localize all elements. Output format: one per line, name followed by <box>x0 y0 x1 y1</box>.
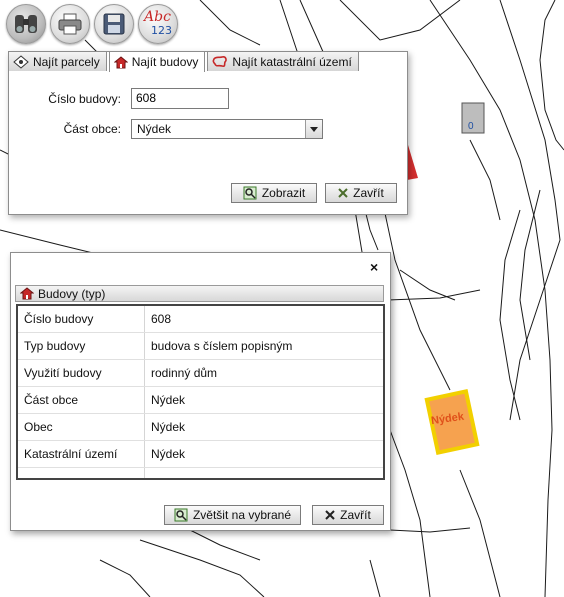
building-number-input[interactable] <box>131 88 229 109</box>
row-key: Obec <box>18 414 145 440</box>
num-text: 123 <box>151 24 172 37</box>
zoom-to-selected-label: Zvětšit na vybrané <box>192 508 292 522</box>
show-button[interactable]: Zobrazit <box>231 183 317 203</box>
house-icon <box>20 287 34 300</box>
binoculars-icon <box>15 15 37 33</box>
table-row: Typ budovy budova s číslem popisným <box>18 333 383 360</box>
close-search-button-label: Zavřít <box>353 186 384 200</box>
table-row: Obec Nýdek <box>18 414 383 441</box>
close-search-button[interactable]: Zavřít <box>325 183 397 203</box>
row-value: rodinný dům <box>151 366 218 380</box>
row-value: Nýdek <box>151 393 186 407</box>
part-of-municipality-row: Část obce: Nýdek <box>9 119 323 139</box>
zoom-to-selected-button[interactable]: Zvětšit na vybrané <box>164 505 301 525</box>
row-key: Číslo budovy <box>18 306 145 332</box>
tab-find-cadastral-area-label: Najít katastrální území <box>232 54 352 69</box>
row-value: Nýdek <box>151 447 186 461</box>
tab-find-buildings-label: Najít budovy <box>131 55 199 69</box>
print-button[interactable] <box>50 4 90 44</box>
building-number-row: Číslo budovy: <box>9 88 229 109</box>
table-row: Využití budovy rodinný dům <box>18 360 383 387</box>
row-key: Katastrální území <box>18 441 145 467</box>
parcel-number-label: 0 <box>468 121 474 132</box>
close-results-label: Zavřít <box>340 508 371 522</box>
row-value: budova s číslem popisným <box>151 339 293 353</box>
building-number-label: Číslo budovy: <box>48 91 121 106</box>
part-of-municipality-label: Část obce: <box>63 122 121 136</box>
building-search-panel: Číslo budovy: Část obce: Nýdek Zobrazit … <box>8 51 408 215</box>
measure-abc-button[interactable]: Abc 123 <box>138 4 178 44</box>
show-button-label: Zobrazit <box>261 186 306 200</box>
main-toolbar: Abc 123 <box>6 4 178 46</box>
row-key: Typ budovy <box>18 333 145 359</box>
zoom-map-icon <box>243 186 257 200</box>
zoom-map-icon <box>174 508 188 522</box>
table-row <box>18 468 383 478</box>
floppy-save-icon <box>103 13 125 35</box>
area-icon <box>212 56 228 67</box>
parcel-icon <box>13 54 29 69</box>
abc-text: Abc <box>144 9 171 25</box>
row-value <box>145 468 383 478</box>
row-key: Část obce <box>18 387 145 413</box>
tab-find-parcels-label: Najít parcely <box>33 54 100 69</box>
tab-find-parcels[interactable]: Najít parcely <box>8 51 107 71</box>
close-results-button[interactable]: Zavřít <box>312 505 384 525</box>
abc-123-icon: Abc 123 <box>143 9 173 39</box>
results-header: Budovy (typ) <box>15 285 384 302</box>
results-table: Číslo budovy 608 Typ budovy budova s čís… <box>16 304 385 480</box>
row-key: Využití budovy <box>18 360 145 386</box>
printer-icon <box>58 13 82 35</box>
table-row: Část obce Nýdek <box>18 387 383 414</box>
dropdown-arrow-icon[interactable] <box>305 120 322 138</box>
row-value: Nýdek <box>151 420 186 434</box>
tab-find-cadastral-area[interactable]: Najít katastrální území <box>207 51 359 71</box>
part-of-municipality-select[interactable]: Nýdek <box>131 119 323 139</box>
house-icon <box>113 55 128 68</box>
results-header-label: Budovy (typ) <box>38 286 106 301</box>
tab-find-buildings[interactable]: Najít budovy <box>108 51 206 72</box>
table-row: Číslo budovy 608 <box>18 306 383 333</box>
row-key <box>18 468 145 478</box>
search-binoculars-button[interactable] <box>6 4 46 44</box>
close-icon <box>325 510 335 520</box>
selected-value: Nýdek <box>137 122 172 136</box>
row-value: 608 <box>151 312 172 326</box>
results-close-icon[interactable]: × <box>370 259 378 275</box>
close-icon <box>338 188 348 198</box>
search-tabs: Najít parcely Najít budovy Najít katastr… <box>8 51 361 72</box>
table-row: Katastrální území Nýdek <box>18 441 383 468</box>
building-results-panel: × Budovy (typ) Číslo budovy 608 Typ budo… <box>10 252 391 531</box>
save-button[interactable] <box>94 4 134 44</box>
